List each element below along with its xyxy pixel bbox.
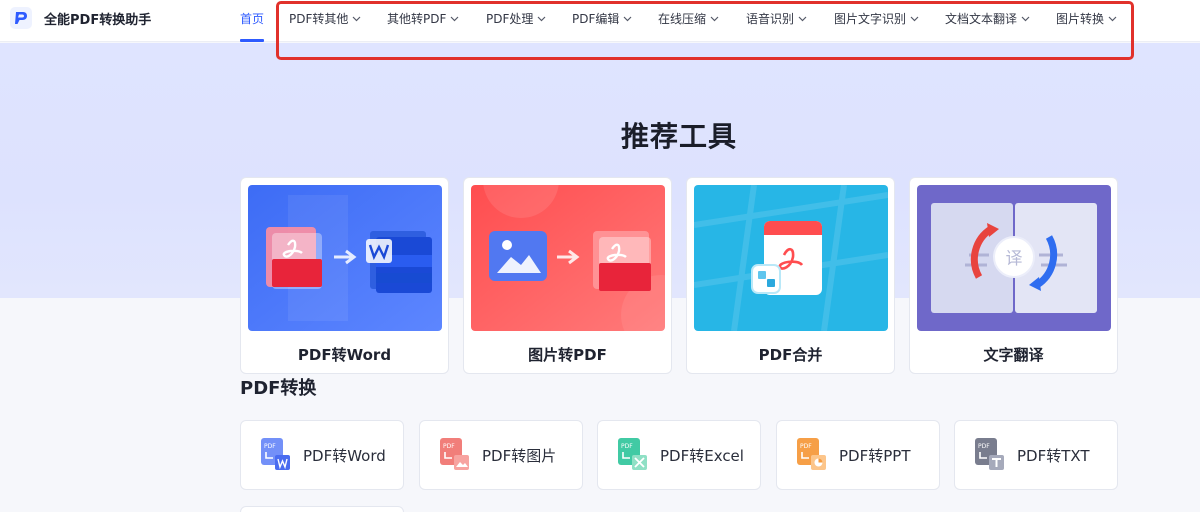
tool-label: PDF转Word (303, 447, 386, 465)
chevron-down-icon (450, 16, 459, 22)
chevron-down-icon (1108, 16, 1117, 22)
pdf-tag: PDF (978, 443, 990, 450)
pdf-to-word-icon: PDF (261, 438, 291, 472)
pdf-tag: PDF (443, 443, 455, 450)
tool-pdf-to-ppt[interactable]: PDF PDF转PPT (776, 420, 940, 490)
tool-label: PDF转PPT (839, 447, 911, 465)
nav-label: 图片文字识别 (834, 12, 907, 26)
chevron-down-icon (352, 16, 361, 22)
page-title: 推荐工具 (620, 120, 737, 153)
chevron-down-icon (1021, 16, 1030, 22)
nav-pdf-process[interactable]: PDF处理 (486, 10, 546, 27)
rec-card-label: 图片转PDF (528, 346, 607, 364)
rec-card-pdf-to-word[interactable]: PDF转Word (240, 177, 449, 374)
tool-label: PDF转TXT (1017, 447, 1090, 465)
pdf-to-ppt-icon: PDF (797, 438, 827, 472)
chevron-down-icon (710, 16, 719, 22)
nav-label: PDF转其他 (289, 12, 349, 26)
rec-card-label: PDF合并 (758, 346, 823, 364)
nav-image-convert[interactable]: 图片转换 (1056, 10, 1117, 27)
nav-other-to-pdf[interactable]: 其他转PDF (387, 10, 459, 27)
nav-active-indicator (240, 39, 264, 42)
app-logo-icon (10, 7, 32, 29)
chevron-down-icon (623, 16, 632, 22)
text-translate-illustration: 译 (917, 185, 1111, 331)
nav-pdf-edit[interactable]: PDF编辑 (572, 10, 632, 27)
tool-pdf-to-excel[interactable]: PDF PDF转Excel (597, 420, 761, 490)
nav-image-ocr[interactable]: 图片文字识别 (834, 10, 919, 27)
nav-label: 其他转PDF (387, 12, 447, 26)
nav-label: 文档文本翻译 (945, 12, 1018, 26)
pdf-to-txt-icon: PDF (975, 438, 1005, 472)
nav-label: 在线压缩 (658, 12, 707, 26)
pdf-tag: PDF (800, 443, 812, 450)
rec-card-image-to-pdf[interactable]: 图片转PDF (463, 177, 672, 374)
section-title: PDF转换 (240, 378, 317, 399)
rec-card-label: 文字翻译 (983, 346, 1044, 364)
pdf-tag: PDF (264, 443, 276, 450)
pdf-to-excel-icon: PDF (618, 438, 648, 472)
nav-pdf-to-other[interactable]: PDF转其他 (289, 10, 361, 27)
rec-card-text-translate[interactable]: 译 文字翻译 (909, 177, 1118, 374)
chevron-down-icon (798, 16, 807, 22)
nav-label: PDF编辑 (572, 12, 620, 26)
pdf-tag: PDF (621, 443, 633, 450)
nav-label: 图片转换 (1056, 12, 1105, 26)
tool-pdf-to-image[interactable]: PDF PDF转图片 (419, 420, 583, 490)
chevron-down-icon (910, 16, 919, 22)
tool-pdf-to-word[interactable]: PDF PDF转Word (240, 420, 404, 490)
translate-glyph: 译 (1006, 249, 1023, 269)
nav-label: 语音识别 (746, 12, 795, 26)
nav-doc-translate[interactable]: 文档文本翻译 (945, 10, 1030, 27)
pdf-to-word-illustration (248, 185, 442, 331)
nav-speech-recognition[interactable]: 语音识别 (746, 10, 807, 27)
app-name: 全能PDF转换助手 (44, 12, 152, 28)
tool-pdf-to-txt[interactable]: PDF PDF转TXT (954, 420, 1118, 490)
brand[interactable]: 全能PDF转换助手 (10, 7, 151, 29)
tool-label: PDF转Excel (660, 447, 744, 465)
rec-card-label: PDF转Word (297, 346, 392, 364)
tool-card-partial[interactable] (240, 506, 404, 512)
chevron-down-icon (537, 16, 546, 22)
nav-label: PDF处理 (486, 12, 534, 26)
rec-card-pdf-merge[interactable]: PDF合并 (686, 177, 895, 374)
top-header: 全能PDF转换助手 首页 PDF转其他 其他转PDF PDF处理 PDF编辑 在… (0, 0, 1200, 42)
pdf-to-image-icon: PDF (440, 438, 470, 472)
tool-label: PDF转图片 (482, 447, 557, 465)
nav-home[interactable]: 首页 (240, 10, 264, 27)
nav-online-compress[interactable]: 在线压缩 (658, 10, 719, 27)
pdf-merge-illustration (694, 185, 888, 331)
image-to-pdf-illustration (471, 185, 665, 331)
